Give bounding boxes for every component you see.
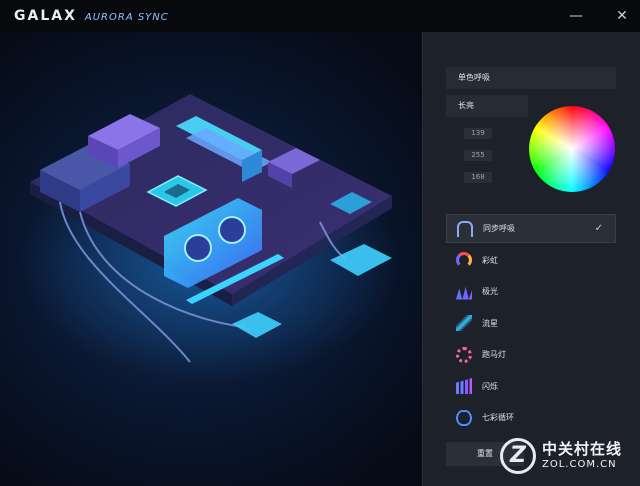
gpu-fan-2 [218, 216, 246, 244]
mode-selector[interactable]: 单色呼吸 [446, 67, 616, 89]
gpu-fan-1 [184, 234, 212, 262]
effect-item-marquee[interactable]: 跑马灯 [446, 340, 616, 369]
zol-logo: Z [500, 438, 536, 474]
motherboard-graphic [20, 94, 400, 382]
blue-value-field[interactable]: 168 [464, 172, 492, 183]
green-value-field[interactable]: 255 [464, 150, 492, 161]
aurora-icon [456, 286, 472, 300]
title-bar: GALAX AURORA SYNC — ✕ [0, 0, 640, 32]
sync-breathe-icon [457, 220, 473, 237]
app-logo: GALAX AURORA SYNC [14, 8, 169, 24]
zol-watermark: Z 中关村在线 ZOL.COM.CN [500, 434, 636, 478]
effect-item-sync-breathe[interactable]: 同步呼吸 ✓ [446, 214, 616, 243]
effect-item-meteor[interactable]: 流星 [446, 309, 616, 338]
flash-icon [456, 378, 472, 394]
product-name: AURORA SYNC [84, 12, 169, 23]
effect-label: 极光 [482, 287, 498, 296]
duration-selector[interactable]: 长亮 [446, 95, 528, 117]
close-button[interactable]: ✕ [612, 6, 632, 26]
color-wheel[interactable] [529, 106, 615, 192]
red-value-field[interactable]: 139 [464, 128, 492, 139]
effect-label: 同步呼吸 [483, 224, 515, 233]
meteor-icon [456, 315, 472, 331]
marquee-icon [456, 346, 472, 363]
effect-item-rainbow[interactable]: 彩虹 [446, 246, 616, 275]
zol-domain: ZOL.COM.CN [542, 459, 617, 470]
rainbow-icon [456, 252, 472, 268]
motherboard-illustration [0, 32, 422, 486]
check-icon: ✓ [594, 223, 603, 234]
effect-label: 彩虹 [482, 255, 498, 265]
color-cycle-icon [456, 409, 472, 426]
brand-name: GALAX [14, 8, 77, 24]
minimize-button[interactable]: — [566, 6, 586, 26]
effect-item-color-cycle[interactable]: 七彩循环 [446, 403, 616, 432]
effect-label: 闪烁 [482, 381, 498, 391]
effect-item-aurora[interactable]: 极光 [446, 277, 616, 306]
effect-label: 流星 [482, 318, 498, 328]
effect-label: 七彩循环 [482, 413, 514, 422]
effect-label: 跑马灯 [482, 350, 506, 359]
zol-chinese-name: 中关村在线 [542, 440, 623, 458]
effect-item-flash[interactable]: 闪烁 [446, 372, 616, 401]
effect-list: 同步呼吸 ✓ 彩虹 极光 流星 跑马灯 闪烁 七彩循环 [446, 214, 616, 435]
